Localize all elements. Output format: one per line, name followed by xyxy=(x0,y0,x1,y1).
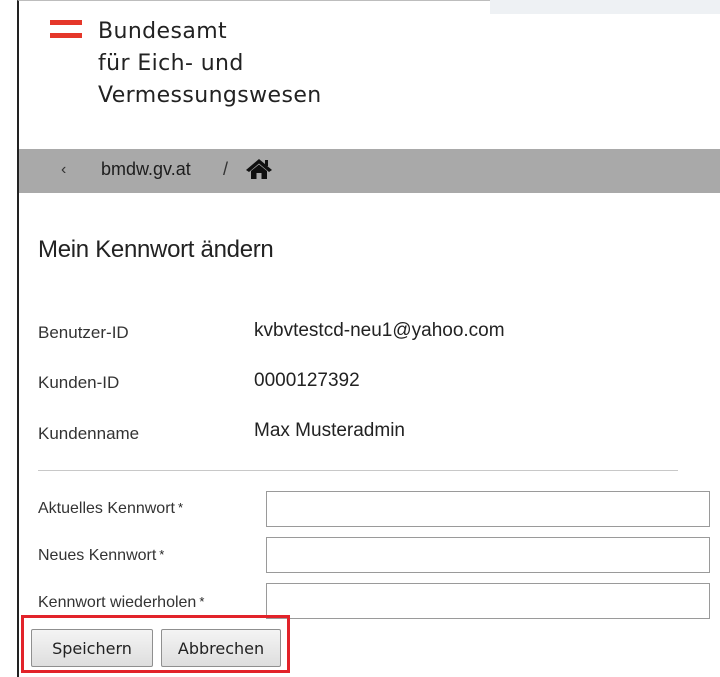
new-password-label: Neues Kennwort * xyxy=(38,547,164,565)
org-name: Bundesamt für Eich- und Vermessungswesen xyxy=(98,16,322,112)
required-marker: * xyxy=(199,594,205,609)
back-chevron-icon[interactable]: ‹ xyxy=(61,161,66,179)
breadcrumb-bar: ‹ bmdw.gv.at / xyxy=(19,149,720,193)
new-password-label-text: Neues Kennwort xyxy=(38,547,157,564)
page-title: Mein Kennwort ändern xyxy=(38,236,274,263)
customer-id-value: 0000127392 xyxy=(254,370,360,391)
customer-name-label: Kundenname xyxy=(38,424,140,443)
current-password-input[interactable] xyxy=(266,491,710,527)
breadcrumb-link-bmdw[interactable]: bmdw.gv.at xyxy=(101,159,191,180)
required-marker: * xyxy=(177,500,184,515)
user-id-label: Benutzer-ID xyxy=(38,323,129,342)
repeat-password-input[interactable] xyxy=(266,583,710,619)
org-name-line1: Bundesamt xyxy=(98,19,228,44)
cancel-button[interactable]: Abbrechen xyxy=(161,629,281,667)
save-button[interactable]: Speichern xyxy=(31,629,153,667)
org-name-line3: Vermessungswesen xyxy=(98,83,322,108)
customer-name-value: Max Musteradmin xyxy=(254,420,405,441)
customer-id-label: Kunden-ID xyxy=(38,373,120,392)
user-id-value: kvbvtestcd-neu1@yahoo.com xyxy=(254,320,505,341)
home-icon[interactable] xyxy=(245,157,273,181)
section-divider xyxy=(38,470,678,471)
org-name-line2: für Eich- und xyxy=(98,51,244,76)
repeat-password-label-text: Kennwort wiederholen xyxy=(38,594,197,611)
breadcrumb-separator: / xyxy=(223,159,229,179)
new-password-input[interactable] xyxy=(266,537,710,573)
background-corner xyxy=(490,0,720,14)
repeat-password-label: Kennwort wiederholen * xyxy=(38,594,204,612)
current-password-label: Aktuelles Kennwort * xyxy=(38,500,183,518)
current-password-label-text: Aktuelles Kennwort xyxy=(38,500,175,517)
required-marker: * xyxy=(159,547,165,562)
